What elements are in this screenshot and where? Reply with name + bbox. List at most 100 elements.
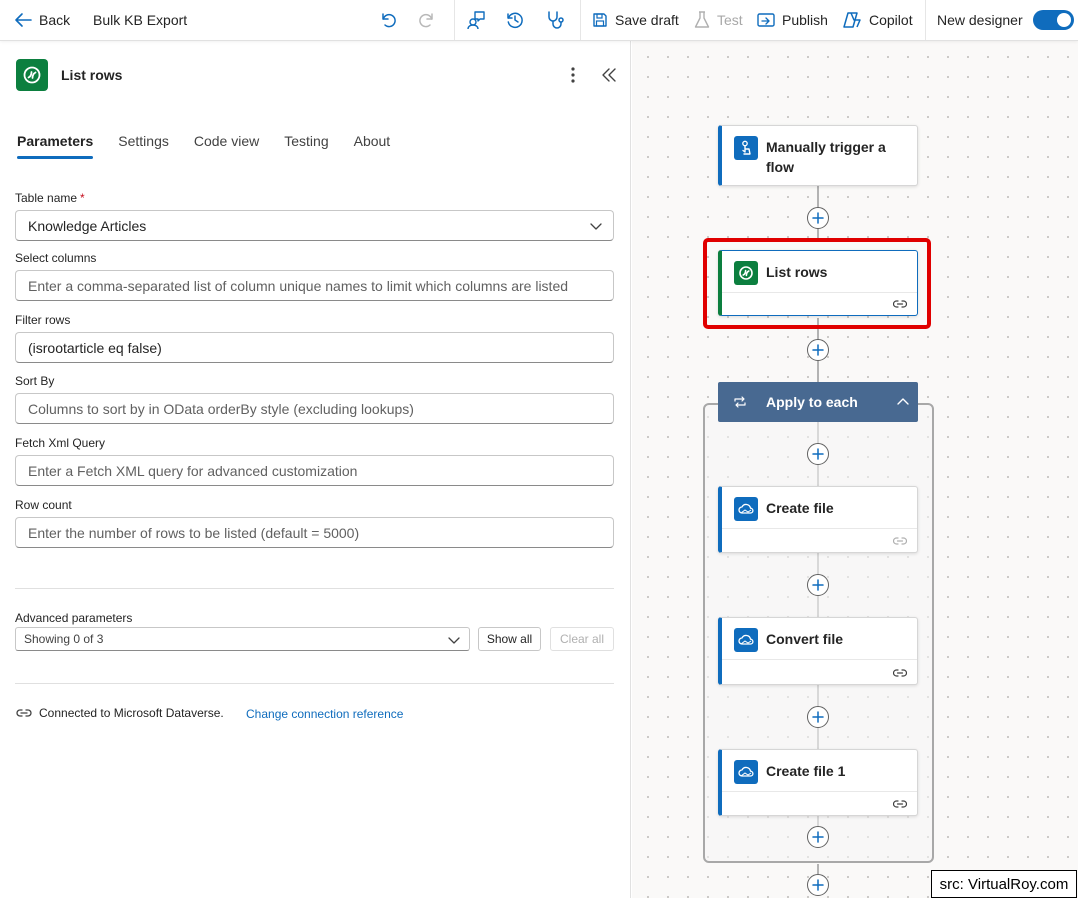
top-toolbar: Back Bulk KB Export Save draft Test Publ… [0,0,1078,41]
test-button[interactable]: Test [694,0,743,40]
row-count-label: Row count [15,498,72,512]
new-designer-toggle-group: New designer [937,0,1074,40]
redo-icon [419,13,433,28]
fetch-xml-input[interactable]: Enter a Fetch XML query for advanced cus… [15,455,614,486]
advanced-parameters-dropdown[interactable]: Showing 0 of 3 [15,627,470,651]
test-label: Test [717,12,743,28]
table-name-dropdown[interactable]: Knowledge Articles [15,210,614,241]
add-step-button[interactable] [807,339,829,361]
node-footer [722,659,917,660]
chevron-down-icon [590,223,602,230]
select-columns-placeholder: Enter a comma-separated list of column u… [28,277,569,294]
onedrive-icon [734,497,758,521]
tab-about[interactable]: About [354,133,391,159]
add-step-button[interactable] [807,706,829,728]
selection-highlight [703,238,931,329]
back-button[interactable]: Back [14,0,70,40]
plus-icon [812,831,824,843]
row-count-input[interactable]: Enter the number of rows to be listed (d… [15,517,614,548]
add-step-button[interactable] [807,207,829,229]
copilot-button[interactable]: Copilot [842,0,913,40]
more-options-button[interactable] [564,65,582,85]
apply-to-each-title: Apply to each [766,394,858,410]
toolbar-separator [580,0,581,40]
trigger-title-line1: Manually trigger a [766,139,886,155]
table-name-value: Knowledge Articles [28,217,147,234]
change-connection-link[interactable]: Change connection reference [246,707,403,721]
tab-parameters[interactable]: Parameters [17,133,94,159]
sort-by-input[interactable]: Columns to sort by in OData orderBy styl… [15,393,614,424]
add-step-button[interactable] [807,443,829,465]
panel-tabs: Parameters Settings Code view Testing Ab… [17,133,415,159]
chevron-down-icon [448,637,460,644]
touch-trigger-icon [734,136,758,160]
connector-line [817,864,819,874]
publish-icon [757,13,775,27]
select-columns-label: Select columns [15,251,97,265]
collapse-panel-button[interactable] [600,66,618,84]
plus-icon [812,711,824,723]
tab-code-view[interactable]: Code view [194,133,259,159]
apply-to-each-header[interactable]: Apply to each [718,382,918,422]
copilot-icon [843,12,861,28]
stethoscope-icon [548,11,564,29]
save-draft-button[interactable]: Save draft [592,0,679,40]
trigger-node[interactable]: Manually trigger a flow [718,125,918,186]
loop-icon [734,396,746,408]
redo-button[interactable] [418,0,436,40]
link-icon [16,709,32,717]
person-feedback-icon [467,11,485,30]
chevron-double-left-icon [602,68,616,82]
advanced-parameters-value: Showing 0 of 3 [24,632,104,646]
table-name-label-text: Table name [15,191,78,205]
save-icon [593,13,607,27]
trigger-title-line2: flow [766,159,794,175]
history-icon [507,12,523,29]
plus-icon [812,344,824,356]
show-all-button[interactable]: Show all [478,627,541,651]
filter-rows-input[interactable]: (isrootarticle eq false) [15,332,614,363]
create-file-1-node[interactable]: Create file 1 [718,749,918,816]
advanced-parameters-label: Advanced parameters [15,611,133,625]
undo-button[interactable] [379,0,397,40]
connection-link-icon [893,537,907,545]
dataverse-icon [16,59,48,91]
publish-button[interactable]: Publish [757,0,828,40]
chevron-up-icon[interactable] [896,395,910,409]
action-details-panel: List rows Parameters Settings Code view … [0,41,631,898]
onedrive-icon [734,628,758,652]
convert-file-node[interactable]: Convert file [718,617,918,685]
node-footer [722,528,917,529]
sort-by-label: Sort By [15,374,55,388]
version-history-button[interactable] [505,0,525,40]
flow-checker-button[interactable] [466,0,486,40]
divider [15,683,614,684]
flow-checker-stethoscope-button[interactable] [545,0,565,40]
add-step-button[interactable] [807,574,829,596]
publish-label: Publish [782,12,828,28]
node-footer [722,791,917,792]
create-file-1-title: Create file 1 [766,763,846,779]
clear-all-button[interactable]: Clear all [550,627,614,651]
tab-settings[interactable]: Settings [118,133,169,159]
copilot-label: Copilot [869,12,913,28]
add-step-button[interactable] [807,826,829,848]
back-label: Back [39,12,71,28]
row-count-placeholder: Enter the number of rows to be listed (d… [28,524,360,541]
select-columns-input[interactable]: Enter a comma-separated list of column u… [15,270,614,301]
save-draft-label: Save draft [615,12,679,28]
fetch-xml-label: Fetch Xml Query [15,436,106,450]
add-step-button[interactable] [807,874,829,896]
plus-icon [812,212,824,224]
trigger-title: Manually trigger a flow [766,137,886,177]
new-designer-toggle[interactable] [1032,10,1074,30]
create-file-node[interactable]: Create file [718,486,918,553]
required-mark: * [80,191,85,205]
undo-icon [382,13,396,28]
toolbar-separator [454,0,455,40]
connection-link-icon [893,800,907,808]
plus-icon [812,879,824,891]
tab-testing[interactable]: Testing [284,133,328,159]
filter-rows-value: (isrootarticle eq false) [28,339,162,356]
fetch-xml-placeholder: Enter a Fetch XML query for advanced cus… [28,462,358,479]
